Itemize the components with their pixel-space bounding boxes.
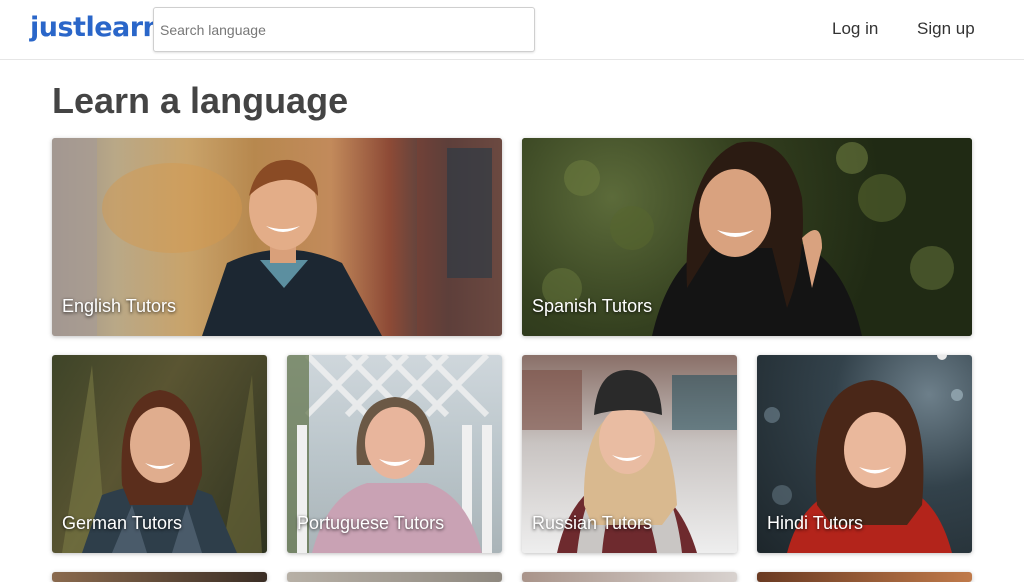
language-card-german[interactable]: German Tutors <box>52 355 267 553</box>
language-card-next[interactable] <box>287 572 502 582</box>
language-card-spanish[interactable]: Spanish Tutors <box>522 138 972 336</box>
language-card-english[interactable]: English Tutors <box>52 138 502 336</box>
card-label: German Tutors <box>62 513 183 533</box>
language-card-next[interactable] <box>757 572 972 582</box>
card-label: Portuguese Tutors <box>297 513 445 533</box>
tutor-photo <box>522 572 737 582</box>
signup-link[interactable]: Sign up <box>917 19 975 39</box>
card-label: Russian Tutors <box>532 513 653 533</box>
tutor-photo <box>757 572 972 582</box>
card-label: English Tutors <box>62 296 177 316</box>
language-card-next[interactable] <box>52 572 267 582</box>
tutor-photo <box>52 572 267 582</box>
tutor-photo <box>287 572 502 582</box>
login-link[interactable]: Log in <box>832 19 878 39</box>
language-card-russian[interactable]: Russian Tutors <box>522 355 737 553</box>
language-card-hindi[interactable]: Hindi Tutors <box>757 355 972 553</box>
top-header: justlearn Log in Sign up <box>0 0 1024 60</box>
search-language-input[interactable] <box>153 7 535 52</box>
card-label: Spanish Tutors <box>532 296 653 316</box>
card-label: Hindi Tutors <box>767 513 864 533</box>
language-card-portuguese[interactable]: Portuguese Tutors <box>287 355 502 553</box>
language-card-next[interactable] <box>522 572 737 582</box>
page-title: Learn a language <box>52 80 349 121</box>
justlearn-logo[interactable]: justlearn <box>30 12 162 43</box>
